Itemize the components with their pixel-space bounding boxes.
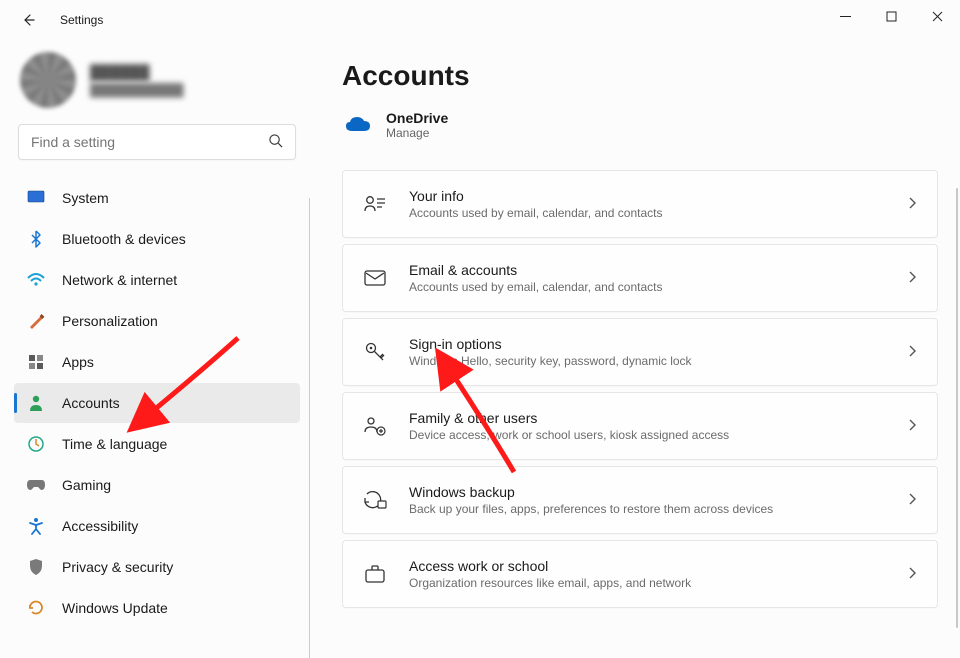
card-your-info[interactable]: Your info Accounts used by email, calend… [342, 170, 938, 238]
card-email-accounts[interactable]: Email & accounts Accounts used by email,… [342, 244, 938, 312]
card-work-school[interactable]: Access work or school Organization resou… [342, 540, 938, 608]
card-windows-backup[interactable]: Windows backup Back up your files, apps,… [342, 466, 938, 534]
people-plus-icon [363, 414, 387, 438]
search-icon [268, 133, 283, 151]
chevron-right-icon [907, 344, 917, 361]
sidebar-item-label: Personalization [62, 313, 158, 329]
shield-icon [26, 557, 46, 577]
chevron-right-icon [907, 270, 917, 287]
card-sign-in-options[interactable]: Sign-in options Windows Hello, security … [342, 318, 938, 386]
card-family-users[interactable]: Family & other users Device access, work… [342, 392, 938, 460]
update-icon [26, 598, 46, 618]
sidebar-item-gaming[interactable]: Gaming [14, 465, 300, 505]
accessibility-icon [26, 516, 46, 536]
page-title: Accounts [342, 60, 938, 92]
apps-icon [26, 352, 46, 372]
card-sub: Back up your files, apps, preferences to… [409, 502, 907, 516]
sidebar-item-label: Accounts [62, 395, 120, 411]
sidebar-item-label: Windows Update [62, 600, 168, 616]
sidebar-item-label: Apps [62, 354, 94, 370]
scrollbar-indicator[interactable] [956, 188, 958, 628]
sidebar-item-label: Network & internet [62, 272, 177, 288]
sidebar-item-privacy[interactable]: Privacy & security [14, 547, 300, 587]
briefcase-icon [363, 562, 387, 586]
card-title: Sign-in options [409, 336, 907, 352]
mail-icon [363, 266, 387, 290]
back-arrow-icon [20, 12, 36, 28]
card-title: Access work or school [409, 558, 907, 574]
window-controls [822, 0, 960, 32]
paintbrush-icon [26, 311, 46, 331]
sidebar-item-personalization[interactable]: Personalization [14, 301, 300, 341]
chevron-right-icon [907, 492, 917, 509]
sidebar-item-label: Gaming [62, 477, 111, 493]
sidebar-item-time[interactable]: Time & language [14, 424, 300, 464]
card-sub: Accounts used by email, calendar, and co… [409, 206, 907, 220]
nav-list: System Bluetooth & devices Network & int… [12, 178, 302, 628]
clock-globe-icon [26, 434, 46, 454]
card-title: Your info [409, 188, 907, 204]
person-card-icon [363, 192, 387, 216]
minimize-button[interactable] [822, 0, 868, 32]
card-title: Windows backup [409, 484, 907, 500]
card-title: Family & other users [409, 410, 907, 426]
sidebar-item-label: Accessibility [62, 518, 138, 534]
bluetooth-icon [26, 229, 46, 249]
wifi-icon [26, 270, 46, 290]
sidebar-item-apps[interactable]: Apps [14, 342, 300, 382]
sidebar-item-accounts[interactable]: Accounts [14, 383, 300, 423]
card-sub: Organization resources like email, apps,… [409, 576, 907, 590]
sidebar-item-system[interactable]: System [14, 178, 300, 218]
sidebar-item-bluetooth[interactable]: Bluetooth & devices [14, 219, 300, 259]
sidebar-item-label: Bluetooth & devices [62, 231, 186, 247]
sidebar-item-label: Time & language [62, 436, 167, 452]
search-input[interactable] [31, 134, 268, 150]
main-panel: Accounts OneDrive Manage Your info Accou… [310, 40, 960, 658]
avatar [20, 52, 76, 108]
monitor-icon [26, 188, 46, 208]
window-title: Settings [60, 13, 103, 27]
profile-email: ███████████ [90, 83, 184, 97]
card-sub: Device access, work or school users, kio… [409, 428, 907, 442]
cloud-icon [344, 115, 372, 135]
chevron-right-icon [907, 418, 917, 435]
chevron-right-icon [907, 196, 917, 213]
card-title: Email & accounts [409, 262, 907, 278]
profile-block[interactable]: ██████ ███████████ [12, 46, 302, 124]
sidebar-item-accessibility[interactable]: Accessibility [14, 506, 300, 546]
maximize-button[interactable] [868, 0, 914, 32]
profile-name: ██████ [90, 63, 184, 83]
onedrive-sub: Manage [386, 126, 448, 140]
search-box[interactable] [18, 124, 296, 160]
content-area: ██████ ███████████ System Bluetooth & de… [0, 40, 960, 658]
onedrive-title: OneDrive [386, 110, 448, 126]
onedrive-row[interactable]: OneDrive Manage [342, 110, 938, 170]
titlebar: Settings [0, 0, 960, 40]
person-icon [26, 393, 46, 413]
sidebar-item-label: System [62, 190, 109, 206]
settings-cards: Your info Accounts used by email, calend… [342, 170, 938, 610]
sidebar: ██████ ███████████ System Bluetooth & de… [0, 40, 310, 658]
backup-icon [363, 488, 387, 512]
back-button[interactable] [14, 6, 42, 34]
card-sub: Accounts used by email, calendar, and co… [409, 280, 907, 294]
key-icon [363, 340, 387, 364]
gamepad-icon [26, 475, 46, 495]
sidebar-item-network[interactable]: Network & internet [14, 260, 300, 300]
card-sub: Windows Hello, security key, password, d… [409, 354, 907, 368]
sidebar-item-label: Privacy & security [62, 559, 173, 575]
chevron-right-icon [907, 566, 917, 583]
close-button[interactable] [914, 0, 960, 32]
sidebar-item-update[interactable]: Windows Update [14, 588, 300, 628]
